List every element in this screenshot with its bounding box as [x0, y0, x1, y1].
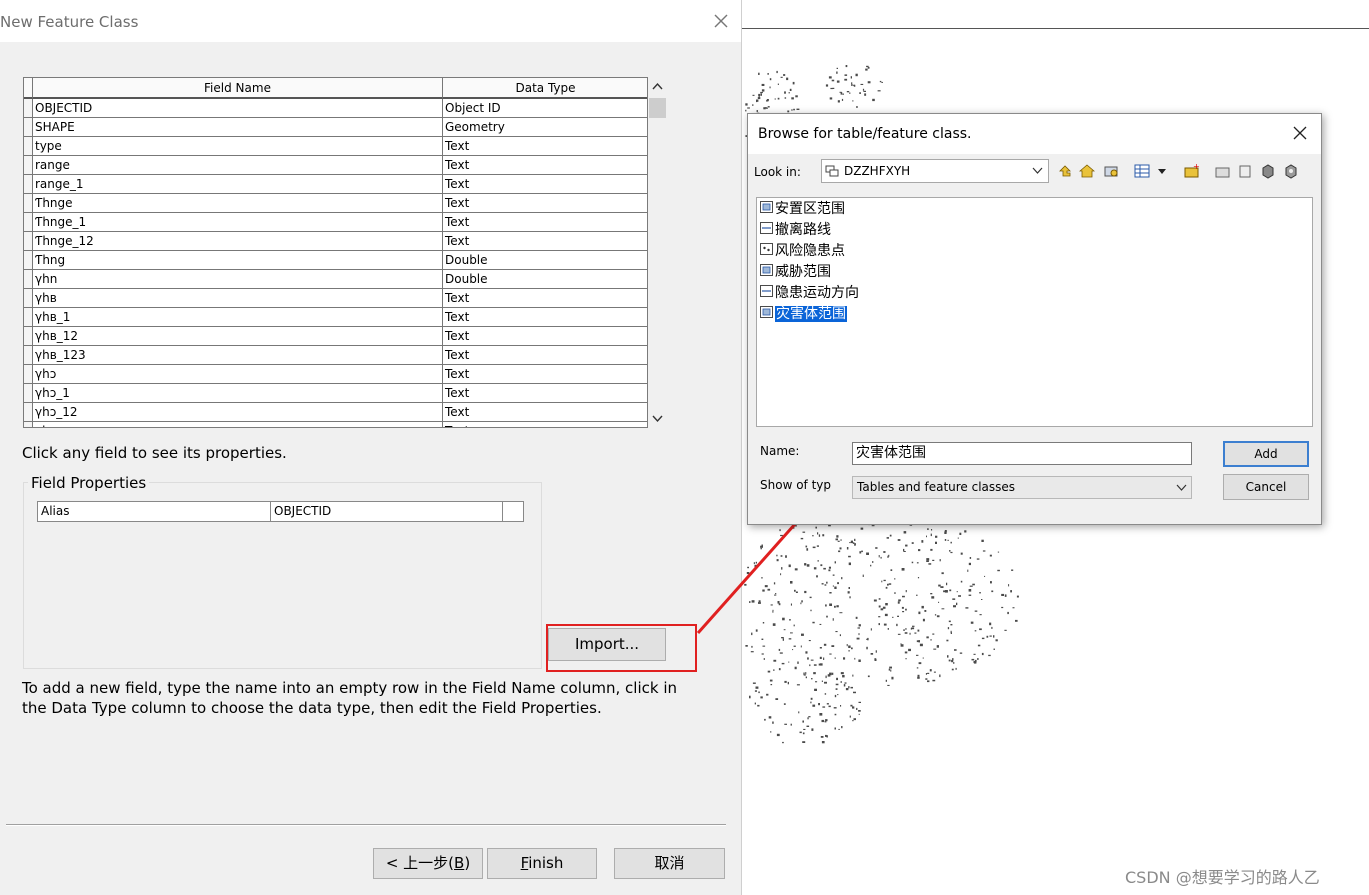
polygon-class-icon: [760, 264, 773, 276]
new-folder-icon[interactable]: +: [1184, 163, 1200, 179]
chevron-down-icon: [1032, 167, 1043, 174]
show-type-select[interactable]: Tables and feature classes: [852, 476, 1192, 499]
name-label: Name:: [760, 444, 800, 458]
look-in-label: Look in:: [754, 165, 801, 179]
up-one-level-icon[interactable]: [1057, 163, 1073, 179]
watermark: CSDN @想要学习的路人乙: [1125, 868, 1320, 887]
list-item-label: 撤离路线: [775, 222, 831, 238]
show-type-value: Tables and feature classes: [857, 480, 1016, 494]
close-icon[interactable]: [1292, 125, 1308, 141]
geodatabase-icon[interactable]: [1260, 163, 1276, 179]
folder-icon[interactable]: [1215, 163, 1231, 179]
list-item-label: 隐患运动方向: [775, 285, 859, 301]
polygon-class-icon: [760, 201, 773, 213]
browse-dialog: Browse for table/feature class. Look in:…: [747, 113, 1322, 525]
browse-title: Browse for table/feature class.: [758, 126, 972, 142]
list-item[interactable]: 安置区范围: [760, 199, 845, 219]
add-button[interactable]: Add: [1223, 441, 1309, 467]
database-small-icon[interactable]: [1237, 163, 1253, 179]
show-type-label: Show of typ: [760, 478, 831, 492]
home-icon[interactable]: [1079, 163, 1095, 179]
browse-cancel-button[interactable]: Cancel: [1223, 474, 1309, 500]
chevron-down-icon: [1176, 484, 1187, 491]
polygon-class-icon: [760, 306, 773, 318]
point-class-icon: [760, 243, 773, 255]
server-icon[interactable]: [1283, 163, 1299, 179]
view-dropdown-icon[interactable]: [1156, 163, 1168, 179]
line-class-icon: [760, 285, 773, 297]
svg-text:+: +: [1193, 163, 1200, 171]
list-item[interactable]: 隐患运动方向: [760, 283, 859, 303]
browse-cancel-label: Cancel: [1245, 480, 1287, 494]
view-list-icon[interactable]: [1134, 163, 1150, 179]
list-item-label: 安置区范围: [775, 201, 845, 217]
line-class-icon: [760, 222, 773, 234]
add-button-label: Add: [1254, 447, 1278, 461]
database-icon: [825, 165, 839, 177]
look-in-select[interactable]: DZZHFXYH: [821, 159, 1049, 183]
list-item[interactable]: 撤离路线: [760, 220, 831, 240]
list-item-label: 灾害体范围: [775, 306, 847, 322]
feature-class-list[interactable]: 安置区范围撤离路线风险隐患点威胁范围隐患运动方向 灾害体范围: [756, 197, 1313, 427]
list-item[interactable]: 风险隐患点: [760, 241, 845, 261]
look-in-value: DZZHFXYH: [844, 164, 911, 178]
name-input[interactable]: 灾害体范围: [852, 442, 1192, 465]
list-item-label: 威胁范围: [775, 264, 831, 280]
list-item-label: 风险隐患点: [775, 243, 845, 259]
list-item[interactable]: 威胁范围: [760, 262, 831, 282]
browse-titlebar: Browse for table/feature class.: [748, 114, 1321, 154]
connect-folder-icon[interactable]: [1103, 163, 1119, 179]
list-item[interactable]: 灾害体范围: [760, 304, 847, 324]
